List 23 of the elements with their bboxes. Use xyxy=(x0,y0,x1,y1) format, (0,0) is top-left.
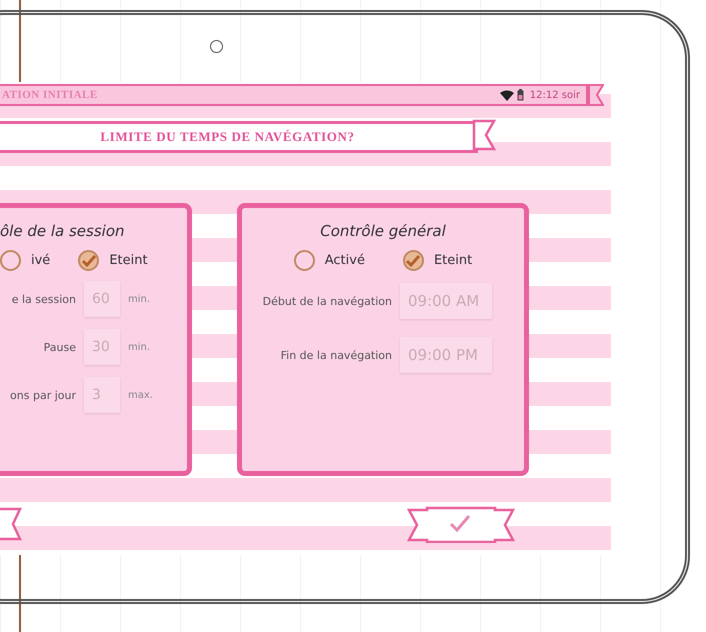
field-label: Pause xyxy=(42,340,76,354)
radio-option[interactable]: Eteint xyxy=(78,250,148,271)
checkmark-icon xyxy=(406,254,420,266)
field-label: Début de la navégation xyxy=(262,294,392,308)
battery-icon xyxy=(516,89,524,101)
wifi-icon xyxy=(500,90,514,100)
app-title: ATION INITIALE xyxy=(2,89,98,101)
radio-option[interactable]: Eteint xyxy=(402,250,472,271)
back-button[interactable] xyxy=(0,506,22,543)
panel-title: ôle de la session xyxy=(0,222,125,240)
unit-label: min. xyxy=(128,294,150,304)
checkmark-icon xyxy=(82,254,96,266)
radio-option[interactable]: Activé xyxy=(294,250,365,271)
unit-label: max. xyxy=(128,390,153,400)
field-label: Fin de la navégation xyxy=(280,348,392,362)
panel-title: Contrôle général xyxy=(320,222,446,240)
field-label: ons par jour xyxy=(9,388,76,402)
field-label: e la session xyxy=(10,292,76,306)
clock-time: 12:12 soir xyxy=(530,90,580,100)
confirm-button[interactable] xyxy=(407,506,515,543)
camera-icon xyxy=(210,40,223,53)
unit-label: min. xyxy=(128,342,150,352)
radio-option[interactable]: ivé xyxy=(0,250,50,271)
